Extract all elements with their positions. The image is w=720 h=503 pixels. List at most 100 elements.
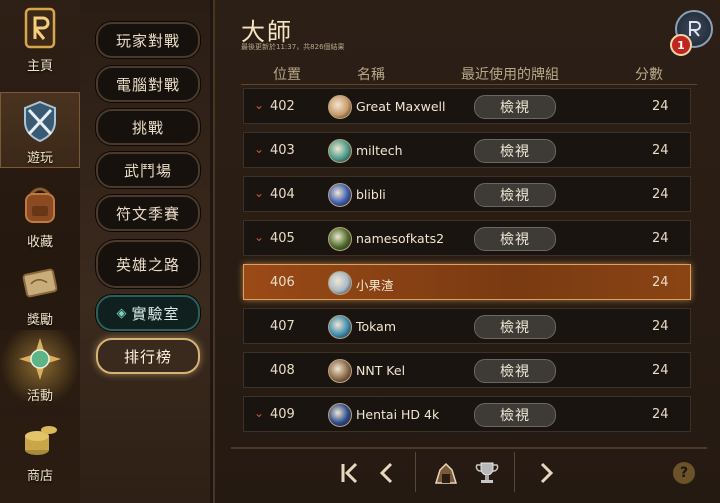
lab-diamond-icon: ◈ bbox=[116, 305, 128, 321]
my-rank-button[interactable] bbox=[429, 456, 463, 490]
rail-label-play: 遊玩 bbox=[26, 151, 53, 166]
menu-leaderboard-button[interactable]: 排行榜 bbox=[96, 338, 200, 374]
row-score: 24 bbox=[652, 275, 669, 290]
column-header-rank: 位置 bbox=[273, 67, 301, 83]
row-player-name: 小果渣 bbox=[356, 278, 394, 293]
trophy-icon bbox=[475, 462, 499, 483]
first-page-button[interactable] bbox=[333, 456, 367, 490]
rank-down-chevron-icon: ⌄ bbox=[254, 186, 265, 200]
player-avatar-icon bbox=[328, 227, 352, 251]
column-header-deck: 最近使用的牌組 bbox=[461, 67, 559, 83]
rank-down-chevron-icon: ⌄ bbox=[254, 98, 265, 112]
scroll-map-icon bbox=[22, 268, 58, 298]
main-nav-rail: 主頁 遊玩 收藏 獎勵 活動 商店 bbox=[0, 0, 82, 503]
view-deck-button[interactable]: 檢視 bbox=[474, 315, 556, 339]
chevron-right-icon bbox=[540, 462, 554, 484]
row-player-name: blibli bbox=[356, 187, 386, 202]
leaderboard-panel: 大師 最後更新於11:37，共826個結果 1 位置 名稱 最近使用的牌組 分數… bbox=[213, 0, 720, 503]
skip-to-first-icon bbox=[341, 462, 358, 484]
rail-item-home[interactable]: 主頁 bbox=[0, 0, 80, 76]
leaderboard-row[interactable]: 408 NNT Kel 檢視 24 bbox=[243, 352, 691, 388]
row-player-name: Hentai HD 4k bbox=[356, 407, 440, 422]
row-player-name: Great Maxwell bbox=[356, 99, 446, 114]
row-player-name: NNT Kel bbox=[356, 363, 406, 378]
rail-item-store[interactable]: 商店 bbox=[0, 410, 80, 486]
rank-down-chevron-icon: ⌄ bbox=[254, 406, 265, 420]
column-header-score: 分數 bbox=[635, 67, 663, 83]
rail-label-store: 商店 bbox=[26, 469, 53, 484]
row-rank: 404 bbox=[270, 187, 295, 202]
player-avatar-icon bbox=[328, 183, 352, 207]
menu-vs-ai-button[interactable]: 電腦對戰 bbox=[96, 66, 200, 102]
row-rank: 403 bbox=[270, 143, 295, 158]
nav-divider bbox=[415, 452, 416, 492]
rail-label-rewards: 獎勵 bbox=[26, 313, 53, 328]
player-avatar-icon bbox=[328, 139, 352, 163]
menu-lab-button[interactable]: ◈ 實驗室 bbox=[96, 295, 200, 331]
rail-item-events[interactable]: 活動 bbox=[0, 330, 80, 406]
menu-pvp-button[interactable]: 玩家對戰 bbox=[96, 22, 200, 58]
runeterra-logo-icon bbox=[24, 7, 56, 49]
menu-path-of-champions-button[interactable]: 英雄之路 bbox=[96, 240, 200, 288]
leaderboard-row[interactable]: 406 小果渣 24 bbox=[243, 264, 691, 300]
row-rank: 402 bbox=[270, 99, 295, 114]
rail-item-rewards[interactable]: 獎勵 bbox=[0, 254, 80, 330]
menu-challenge-button[interactable]: 挑戰 bbox=[96, 109, 200, 145]
row-score: 24 bbox=[652, 143, 669, 158]
view-deck-button[interactable]: 檢視 bbox=[474, 403, 556, 427]
row-score: 24 bbox=[652, 187, 669, 202]
player-rank-icon bbox=[434, 462, 458, 484]
row-score: 24 bbox=[652, 319, 669, 334]
leaderboard-row[interactable]: ⌄ 409 Hentai HD 4k 檢視 24 bbox=[243, 396, 691, 432]
previous-page-button[interactable] bbox=[370, 456, 404, 490]
row-score: 24 bbox=[652, 363, 669, 378]
leaderboard-row[interactable]: ⌄ 404 blibli 檢視 24 bbox=[243, 176, 691, 212]
play-menu: 玩家對戰 電腦對戰 挑戰 武鬥場 符文季賽 英雄之路 ◈ 實驗室 排行榜 bbox=[80, 0, 210, 503]
backpack-icon bbox=[25, 187, 55, 223]
leaderboard-row[interactable]: ⌄ 405 namesofkats2 檢視 24 bbox=[243, 220, 691, 256]
view-deck-button[interactable]: 檢視 bbox=[474, 227, 556, 251]
rail-item-collection[interactable]: 收藏 bbox=[0, 176, 80, 252]
view-deck-button[interactable]: 檢視 bbox=[474, 95, 556, 119]
row-score: 24 bbox=[652, 407, 669, 422]
notification-badge: 1 bbox=[670, 34, 692, 56]
leaderboard-row[interactable]: ⌄ 402 Great Maxwell 檢視 24 bbox=[243, 88, 691, 124]
view-deck-button[interactable]: 檢視 bbox=[474, 183, 556, 207]
row-player-name: miltech bbox=[356, 143, 403, 158]
menu-lab-label: 實驗室 bbox=[131, 304, 180, 323]
view-deck-button[interactable]: 檢視 bbox=[474, 359, 556, 383]
crossed-swords-shield-icon bbox=[24, 100, 56, 143]
row-rank: 408 bbox=[270, 363, 295, 378]
leaderboard-row[interactable]: 407 Tokam 檢視 24 bbox=[243, 308, 691, 344]
rail-label-collection: 收藏 bbox=[26, 235, 53, 250]
rail-label-events: 活動 bbox=[26, 389, 53, 404]
player-avatar-icon bbox=[328, 315, 352, 339]
player-avatar-icon bbox=[328, 403, 352, 427]
top-rank-button[interactable] bbox=[470, 456, 504, 490]
rail-item-play[interactable]: 遊玩 bbox=[0, 92, 80, 168]
chevron-left-icon bbox=[379, 462, 393, 484]
nav-divider bbox=[514, 452, 515, 492]
row-player-name: namesofkats2 bbox=[356, 231, 445, 246]
update-info: 最後更新於11:37，共826個結果 bbox=[241, 43, 345, 51]
gem-star-icon bbox=[19, 338, 61, 380]
header-divider bbox=[241, 84, 697, 85]
row-rank: 409 bbox=[270, 407, 295, 422]
player-avatar-icon bbox=[328, 95, 352, 119]
row-rank: 405 bbox=[270, 231, 295, 246]
player-avatar-icon bbox=[328, 359, 352, 383]
row-rank: 406 bbox=[270, 275, 295, 290]
coin-stack-icon bbox=[25, 426, 57, 455]
menu-rune-season-button[interactable]: 符文季賽 bbox=[96, 195, 200, 231]
help-button[interactable]: ? bbox=[673, 462, 695, 484]
row-score: 24 bbox=[652, 99, 669, 114]
rank-down-chevron-icon: ⌄ bbox=[254, 230, 265, 244]
leaderboard-row[interactable]: ⌄ 403 miltech 檢視 24 bbox=[243, 132, 691, 168]
row-score: 24 bbox=[652, 231, 669, 246]
footer-divider bbox=[231, 447, 707, 449]
row-player-name: Tokam bbox=[356, 319, 397, 334]
view-deck-button[interactable]: 檢視 bbox=[474, 139, 556, 163]
rank-down-chevron-icon: ⌄ bbox=[254, 142, 265, 156]
menu-gauntlet-button[interactable]: 武鬥場 bbox=[96, 152, 200, 188]
next-page-button[interactable] bbox=[529, 456, 563, 490]
